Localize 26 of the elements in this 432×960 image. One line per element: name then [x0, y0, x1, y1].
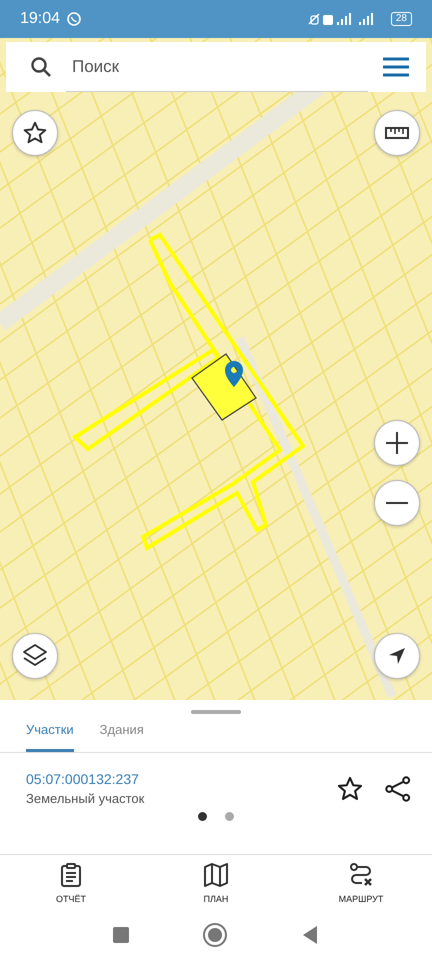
nav-plan-button[interactable]: ПЛАН — [171, 862, 261, 904]
star-icon — [22, 120, 48, 146]
home-button[interactable] — [205, 925, 225, 945]
search-icon — [30, 56, 52, 78]
map-pin-icon — [225, 361, 243, 387]
clipboard-icon — [59, 862, 83, 888]
map-icon — [203, 862, 229, 888]
nav-route-button[interactable]: МАРШРУТ — [316, 862, 406, 904]
chat-icon — [66, 11, 82, 27]
search-field[interactable]: Поиск — [6, 42, 426, 92]
parcel-number-link[interactable]: 05:07:000132:237 — [26, 771, 316, 787]
tab[interactable]: Участки — [26, 714, 74, 752]
status-time: 19:04 — [20, 10, 60, 28]
back-button[interactable] — [301, 925, 319, 945]
favorite-star-icon[interactable] — [336, 774, 364, 802]
menu-icon[interactable] — [382, 56, 410, 78]
selected-parcel — [191, 353, 257, 421]
tab[interactable]: Здания — [100, 714, 144, 752]
nav-report-button[interactable]: ОТЧЁТ — [26, 862, 116, 904]
drag-handle[interactable] — [191, 710, 241, 714]
plus-icon — [384, 430, 410, 456]
parcel-type: Земельный участок — [26, 791, 146, 806]
route-icon — [348, 862, 374, 888]
minus-icon — [386, 502, 408, 504]
share-icon[interactable] — [384, 774, 412, 802]
battery-level: 28 — [390, 12, 412, 26]
